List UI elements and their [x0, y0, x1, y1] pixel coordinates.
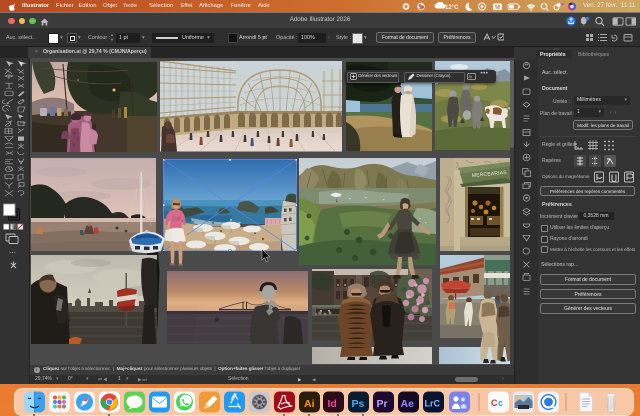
svg-text:Id: Id — [328, 398, 337, 410]
svg-text:Ps: Ps — [352, 398, 365, 410]
svg-text:⋯: ⋯ — [9, 250, 16, 257]
svg-text:12°C: 12°C — [445, 5, 459, 11]
svg-text:C: C — [491, 398, 498, 408]
svg-text:AI: AI — [468, 74, 472, 79]
svg-text:c: c — [498, 398, 503, 408]
svg-text:Ae: Ae — [401, 398, 415, 410]
svg-text:LrC: LrC — [425, 399, 441, 409]
svg-text:Pr: Pr — [377, 398, 388, 410]
svg-text:Ai: Ai — [304, 398, 315, 410]
